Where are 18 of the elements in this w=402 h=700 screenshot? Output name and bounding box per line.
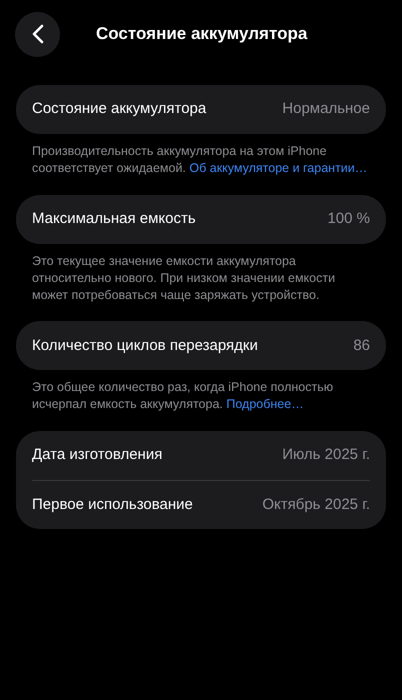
row-label: Дата изготовления: [32, 445, 162, 466]
info-link[interactable]: Об аккумуляторе и гарантии…: [189, 160, 368, 175]
page-title: Состояние аккумулятора: [96, 23, 308, 46]
back-button[interactable]: [15, 12, 60, 56]
row-value: 86: [353, 336, 370, 356]
row-label: Максимальная емкость: [32, 209, 196, 229]
footer-text: Это текущее значение емкости аккумулятора относительно нового. При низком значении емкости может потребоваться чаще заряжать устройство.: [31, 252, 336, 304]
footer-text: Это общее количество раз, когда iPhone полностью исчерпал емкость аккумулятора. Подробнее…: [31, 379, 334, 414]
row-label: Состояние аккумулятора: [32, 99, 206, 120]
row-value: Октябрь 2025 г.: [262, 494, 370, 515]
row-value: Нормальное: [282, 99, 370, 120]
footer-text: Производительность аккумулятора на этом iPhone соответствует ожидаемой. Об аккумуляторе и гарантии…: [31, 143, 368, 177]
row-value: Июль 2025 г.: [282, 445, 370, 466]
row-label: Первое использование: [32, 494, 193, 515]
row-label: Количество циклов перезарядки: [32, 336, 258, 356]
row-value: 100 %: [327, 209, 370, 229]
info-link[interactable]: Подробнее…: [226, 397, 304, 412]
back-icon: [32, 24, 44, 44]
